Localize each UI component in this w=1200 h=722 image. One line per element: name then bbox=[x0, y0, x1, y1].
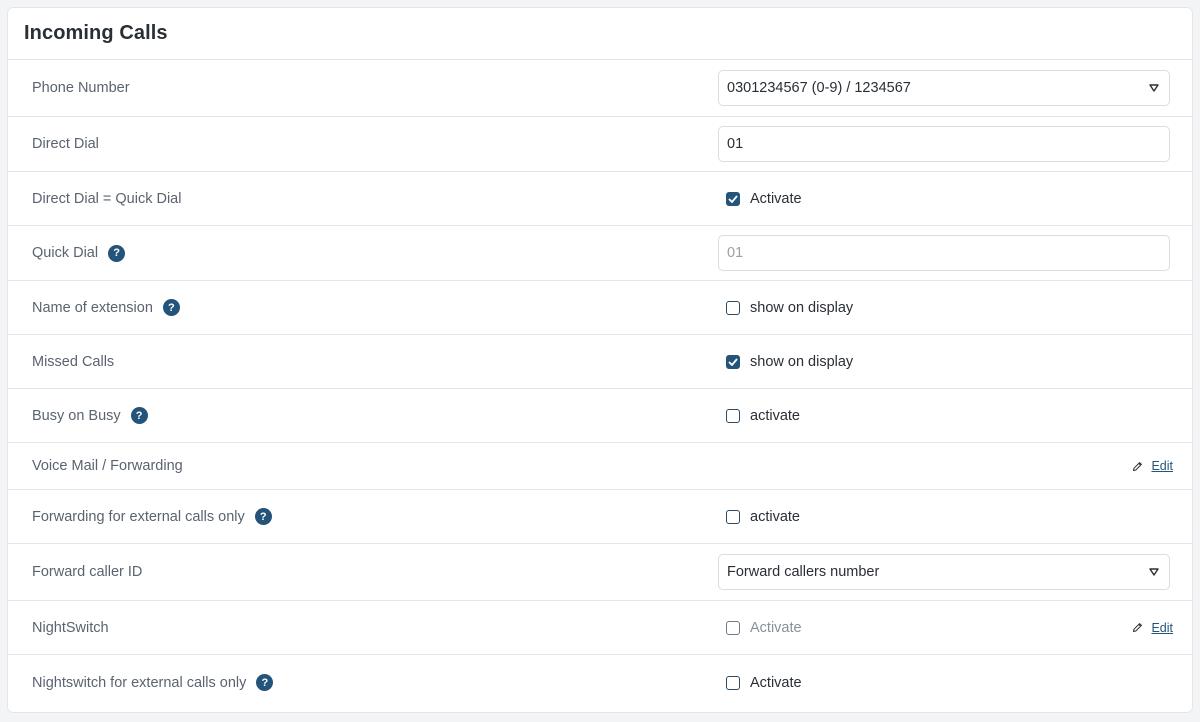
busy-on-busy-checkbox[interactable] bbox=[726, 408, 740, 423]
row-control: Forward callers number bbox=[718, 554, 1176, 590]
forwarding-external-checkbox-label: activate bbox=[750, 508, 800, 525]
phone-number-label: Phone Number bbox=[32, 80, 130, 96]
direct-dial-quick-dial-checkbox-label: Activate bbox=[750, 190, 802, 207]
direct-dial-quick-dial-checkbox[interactable] bbox=[726, 191, 740, 206]
row-control: Activate bbox=[718, 675, 1176, 691]
row-label: Voice Mail / Forwarding bbox=[32, 458, 183, 474]
row-busy-on-busy: Busy on Busy ? activate bbox=[8, 389, 1192, 443]
question-circle-icon[interactable]: ? bbox=[254, 508, 272, 525]
question-circle-icon[interactable]: ? bbox=[130, 407, 148, 424]
row-nightswitch-external: Nightswitch for external calls only ? Ac… bbox=[8, 655, 1192, 710]
row-label: NightSwitch bbox=[32, 620, 109, 636]
row-label: Forwarding for external calls only ? bbox=[32, 508, 272, 525]
row-control: show on display bbox=[718, 354, 1176, 370]
name-of-extension-checkbox-label: show on display bbox=[750, 299, 854, 316]
row-forwarding-external: Forwarding for external calls only ? act… bbox=[8, 490, 1192, 544]
row-control: Activate bbox=[718, 191, 1176, 207]
row-label: Phone Number bbox=[32, 80, 130, 96]
voicemail-forwarding-label: Voice Mail / Forwarding bbox=[32, 458, 183, 474]
forwarding-external-label: Forwarding for external calls only bbox=[32, 508, 245, 525]
voicemail-edit-link[interactable]: Edit bbox=[1132, 459, 1173, 473]
direct-dial-value: 01 bbox=[727, 136, 744, 152]
row-missed-calls: Missed Calls show on display bbox=[8, 335, 1192, 389]
row-control: Activate bbox=[718, 620, 1176, 636]
row-label: Forward caller ID bbox=[32, 564, 142, 580]
row-control: activate bbox=[718, 408, 1176, 424]
question-circle-icon[interactable]: ? bbox=[162, 299, 180, 316]
missed-calls-checkbox[interactable] bbox=[726, 354, 740, 369]
row-forward-caller-id: Forward caller ID Forward callers number bbox=[8, 544, 1192, 601]
row-control: 01 bbox=[718, 235, 1176, 271]
quick-dial-label: Quick Dial bbox=[32, 245, 99, 261]
pencil-icon bbox=[1133, 623, 1143, 632]
quick-dial-placeholder: 01 bbox=[727, 245, 744, 261]
row-label: Nightswitch for external calls only ? bbox=[32, 674, 274, 691]
row-nightswitch: NightSwitch Activate Edit bbox=[8, 601, 1192, 655]
nightswitch-external-checkbox-label: Activate bbox=[750, 674, 802, 691]
triangle-down-icon bbox=[1149, 84, 1159, 92]
row-quick-dial: Quick Dial ? 01 bbox=[8, 226, 1192, 281]
check-icon bbox=[728, 357, 738, 366]
row-control: 01 bbox=[718, 126, 1176, 162]
forward-caller-id-value: Forward callers number bbox=[727, 564, 880, 580]
row-label: Busy on Busy ? bbox=[32, 407, 148, 424]
row-control: 0301234567 (0-9) / 1234567 bbox=[718, 70, 1176, 106]
direct-dial-input[interactable]: 01 bbox=[718, 126, 1170, 162]
missed-calls-label: Missed Calls bbox=[32, 353, 115, 370]
nightswitch-checkbox-label: Activate bbox=[750, 619, 802, 636]
nightswitch-external-checkbox[interactable] bbox=[726, 675, 740, 690]
direct-dial-label: Direct Dial bbox=[32, 136, 99, 152]
direct-dial-quick-dial-label: Direct Dial = Quick Dial bbox=[32, 190, 182, 207]
phone-number-value: 0301234567 (0-9) / 1234567 bbox=[727, 80, 911, 96]
question-circle-icon[interactable]: ? bbox=[108, 244, 126, 262]
incoming-calls-panel: Incoming Calls Phone Number 0301234567 (… bbox=[7, 7, 1193, 713]
nightswitch-edit-label: Edit bbox=[1151, 620, 1173, 635]
nightswitch-edit-link[interactable]: Edit bbox=[1132, 621, 1173, 635]
row-direct-dial-quick-dial: Direct Dial = Quick Dial Activate bbox=[8, 172, 1192, 226]
check-icon bbox=[728, 194, 738, 203]
question-circle-icon[interactable]: ? bbox=[256, 674, 274, 691]
row-voicemail-forwarding: Voice Mail / Forwarding Edit bbox=[8, 443, 1192, 490]
panel-header: Incoming Calls bbox=[8, 8, 1192, 60]
row-label: Missed Calls bbox=[32, 354, 114, 370]
phone-number-select[interactable]: 0301234567 (0-9) / 1234567 bbox=[718, 70, 1170, 106]
voicemail-edit-label: Edit bbox=[1151, 459, 1173, 473]
page-title: Incoming Calls bbox=[24, 22, 168, 44]
triangle-down-icon bbox=[1149, 568, 1159, 576]
nightswitch-label: NightSwitch bbox=[32, 619, 109, 636]
nightswitch-checkbox[interactable] bbox=[726, 620, 740, 635]
quick-dial-input[interactable]: 01 bbox=[718, 235, 1170, 271]
busy-on-busy-checkbox-label: activate bbox=[750, 407, 800, 424]
missed-calls-checkbox-label: show on display bbox=[750, 353, 854, 370]
forwarding-external-checkbox[interactable] bbox=[726, 509, 740, 524]
row-control: show on display bbox=[718, 300, 1176, 316]
row-label: Quick Dial ? bbox=[32, 244, 126, 262]
row-control: activate bbox=[718, 509, 1176, 525]
row-label: Name of extension ? bbox=[32, 299, 180, 316]
row-phone-number: Phone Number 0301234567 (0-9) / 1234567 bbox=[8, 60, 1192, 117]
row-direct-dial: Direct Dial 01 bbox=[8, 117, 1192, 172]
row-name-of-extension: Name of extension ? show on display bbox=[8, 281, 1192, 335]
name-of-extension-label: Name of extension bbox=[32, 299, 153, 316]
row-label: Direct Dial bbox=[32, 136, 99, 152]
forward-caller-id-select[interactable]: Forward callers number bbox=[718, 554, 1170, 590]
pencil-icon bbox=[1133, 461, 1143, 471]
forward-caller-id-label: Forward caller ID bbox=[32, 564, 143, 580]
name-of-extension-checkbox[interactable] bbox=[726, 300, 740, 315]
row-label: Direct Dial = Quick Dial bbox=[32, 191, 181, 207]
nightswitch-external-label: Nightswitch for external calls only bbox=[32, 674, 247, 691]
busy-on-busy-label: Busy on Busy bbox=[32, 407, 121, 424]
